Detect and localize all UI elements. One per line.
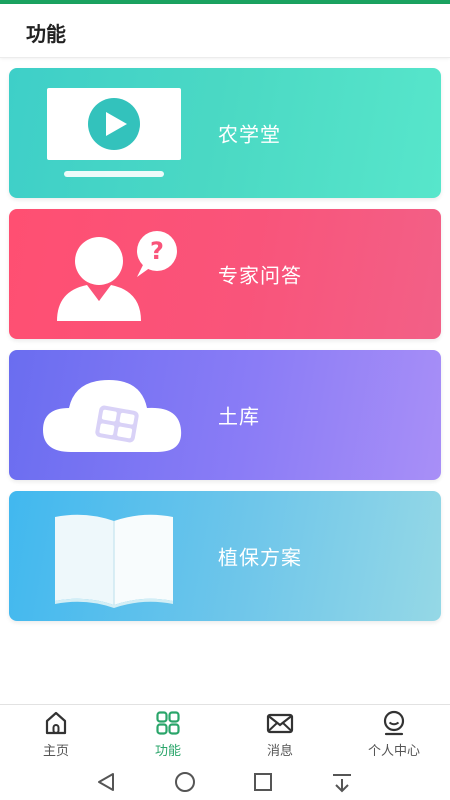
page-header: 功能 — [0, 4, 450, 58]
bottom-nav: 主页 功能 消息 个人中心 — [0, 704, 450, 762]
nav-item-home[interactable]: 主页 — [0, 705, 112, 763]
home-circle-icon[interactable] — [171, 768, 199, 796]
card-expert-qa[interactable]: ? 专家问答 — [9, 209, 441, 339]
expert-question-icon: ? — [57, 231, 177, 321]
card-agri-school[interactable]: 农学堂 — [9, 68, 441, 198]
nav-label: 消息 — [266, 744, 293, 759]
open-book-icon — [55, 514, 173, 608]
profile-icon — [383, 710, 405, 736]
svg-text:?: ? — [150, 237, 164, 265]
mail-icon — [266, 713, 294, 734]
back-icon[interactable] — [93, 768, 121, 796]
grid-icon — [156, 711, 180, 735]
video-play-icon — [47, 88, 181, 177]
card-label: 专家问答 — [218, 263, 302, 288]
card-plant-protection[interactable]: 植保方案 — [9, 491, 441, 621]
nav-label: 个人中心 — [367, 744, 420, 759]
card-label: 农学堂 — [218, 122, 281, 147]
nav-label: 主页 — [42, 744, 69, 759]
home-icon — [45, 711, 67, 735]
nav-item-profile[interactable]: 个人中心 — [338, 705, 450, 763]
nav-label: 功能 — [154, 744, 181, 759]
nav-item-features[interactable]: 功能 — [112, 705, 224, 763]
card-label: 土库 — [218, 404, 260, 429]
nav-item-messages[interactable]: 消息 — [224, 705, 336, 763]
page-title: 功能 — [26, 22, 66, 46]
system-nav-bar — [0, 762, 450, 800]
card-label: 植保方案 — [218, 545, 302, 570]
card-soil-library[interactable]: 土库 — [9, 350, 441, 480]
recents-square-icon[interactable] — [249, 768, 277, 796]
cloud-grid-icon — [43, 380, 182, 452]
notification-down-icon[interactable] — [328, 768, 356, 796]
